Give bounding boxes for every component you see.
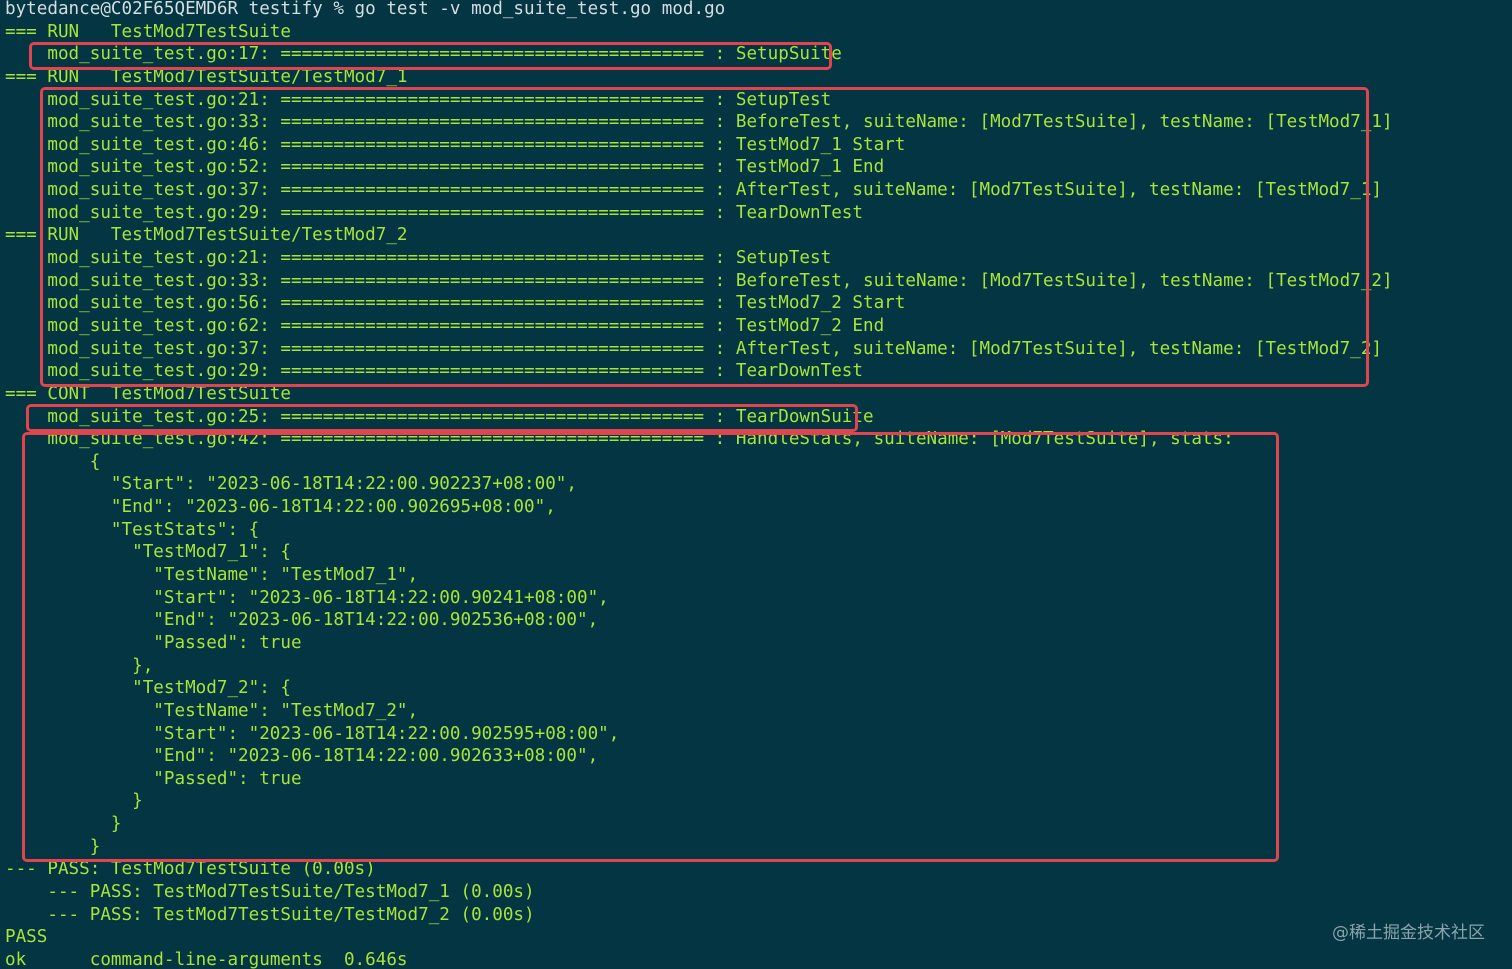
output-line: } [5, 836, 101, 857]
output-line: mod_suite_test.go:33: ==================… [5, 112, 1393, 133]
output-line: mod_suite_test.go:33: ==================… [5, 270, 1393, 291]
output-line: "TestMod7_2": { [5, 678, 291, 699]
output-line: mod_suite_test.go:37: ==================… [5, 180, 1383, 201]
output-line: "TestName": "TestMod7_2", [5, 700, 419, 721]
output-line: }, [5, 655, 154, 676]
output-line: mod_suite_test.go:46: ==================… [5, 134, 906, 155]
output-line: } [5, 791, 143, 812]
output-line: mod_suite_test.go:37: ==================… [5, 338, 1383, 359]
output-line: mod_suite_test.go:21: ==================… [5, 248, 832, 269]
output-line: "Passed": true [5, 632, 302, 653]
output-line: } [5, 814, 122, 835]
terminal-window[interactable]: bytedance@C02F65QEMD6R testify % go test… [0, 0, 1512, 969]
output-line: mod_suite_test.go:25: ==================… [5, 406, 874, 427]
output-line: === CONT TestMod7TestSuite [5, 383, 291, 404]
output-line: PASS [5, 927, 48, 948]
output-lines: === RUN TestMod7TestSuite mod_suite_test… [5, 21, 1505, 969]
output-line: mod_suite_test.go:52: ==================… [5, 157, 885, 178]
output-line: "Start": "2023-06-18T14:22:00.90241+08:0… [5, 587, 609, 608]
output-line: "TestStats": { [5, 519, 260, 540]
output-line: --- PASS: TestMod7TestSuite/TestMod7_1 (… [5, 881, 535, 902]
output-line: mod_suite_test.go:56: ==================… [5, 293, 906, 314]
output-line: "End": "2023-06-18T14:22:00.902536+08:00… [5, 610, 599, 631]
output-line: "TestName": "TestMod7_1", [5, 565, 419, 586]
output-line: === RUN TestMod7TestSuite/TestMod7_2 [5, 225, 408, 246]
output-line: "TestMod7_1": { [5, 542, 291, 563]
output-line: mod_suite_test.go:62: ==================… [5, 315, 885, 336]
output-line: "End": "2023-06-18T14:22:00.902695+08:00… [5, 497, 556, 518]
output-line: === RUN TestMod7TestSuite/TestMod7_1 [5, 66, 408, 87]
output-line: mod_suite_test.go:29: ==================… [5, 361, 863, 382]
output-line: === RUN TestMod7TestSuite [5, 21, 291, 42]
output-line: ok command-line-arguments 0.646s [5, 949, 408, 969]
output-line: mod_suite_test.go:42: ==================… [5, 429, 1234, 450]
output-line: mod_suite_test.go:21: ==================… [5, 89, 832, 110]
output-line: mod_suite_test.go:17: ==================… [5, 44, 842, 65]
output-line: "Start": "2023-06-18T14:22:00.902595+08:… [5, 723, 620, 744]
watermark: @稀土掘金技术社区 [1332, 923, 1485, 943]
output-line: "Passed": true [5, 768, 302, 789]
output-line: "Start": "2023-06-18T14:22:00.902237+08:… [5, 474, 577, 495]
terminal-output: bytedance@C02F65QEMD6R testify % go test… [5, 0, 1505, 969]
output-line: --- PASS: TestMod7TestSuite (0.00s) [5, 859, 376, 880]
output-line: { [5, 451, 101, 472]
output-line: --- PASS: TestMod7TestSuite/TestMod7_2 (… [5, 904, 535, 925]
command-prompt-line: bytedance@C02F65QEMD6R testify % go test… [5, 0, 726, 19]
output-line: "End": "2023-06-18T14:22:00.902633+08:00… [5, 746, 599, 767]
output-line: mod_suite_test.go:29: ==================… [5, 202, 863, 223]
